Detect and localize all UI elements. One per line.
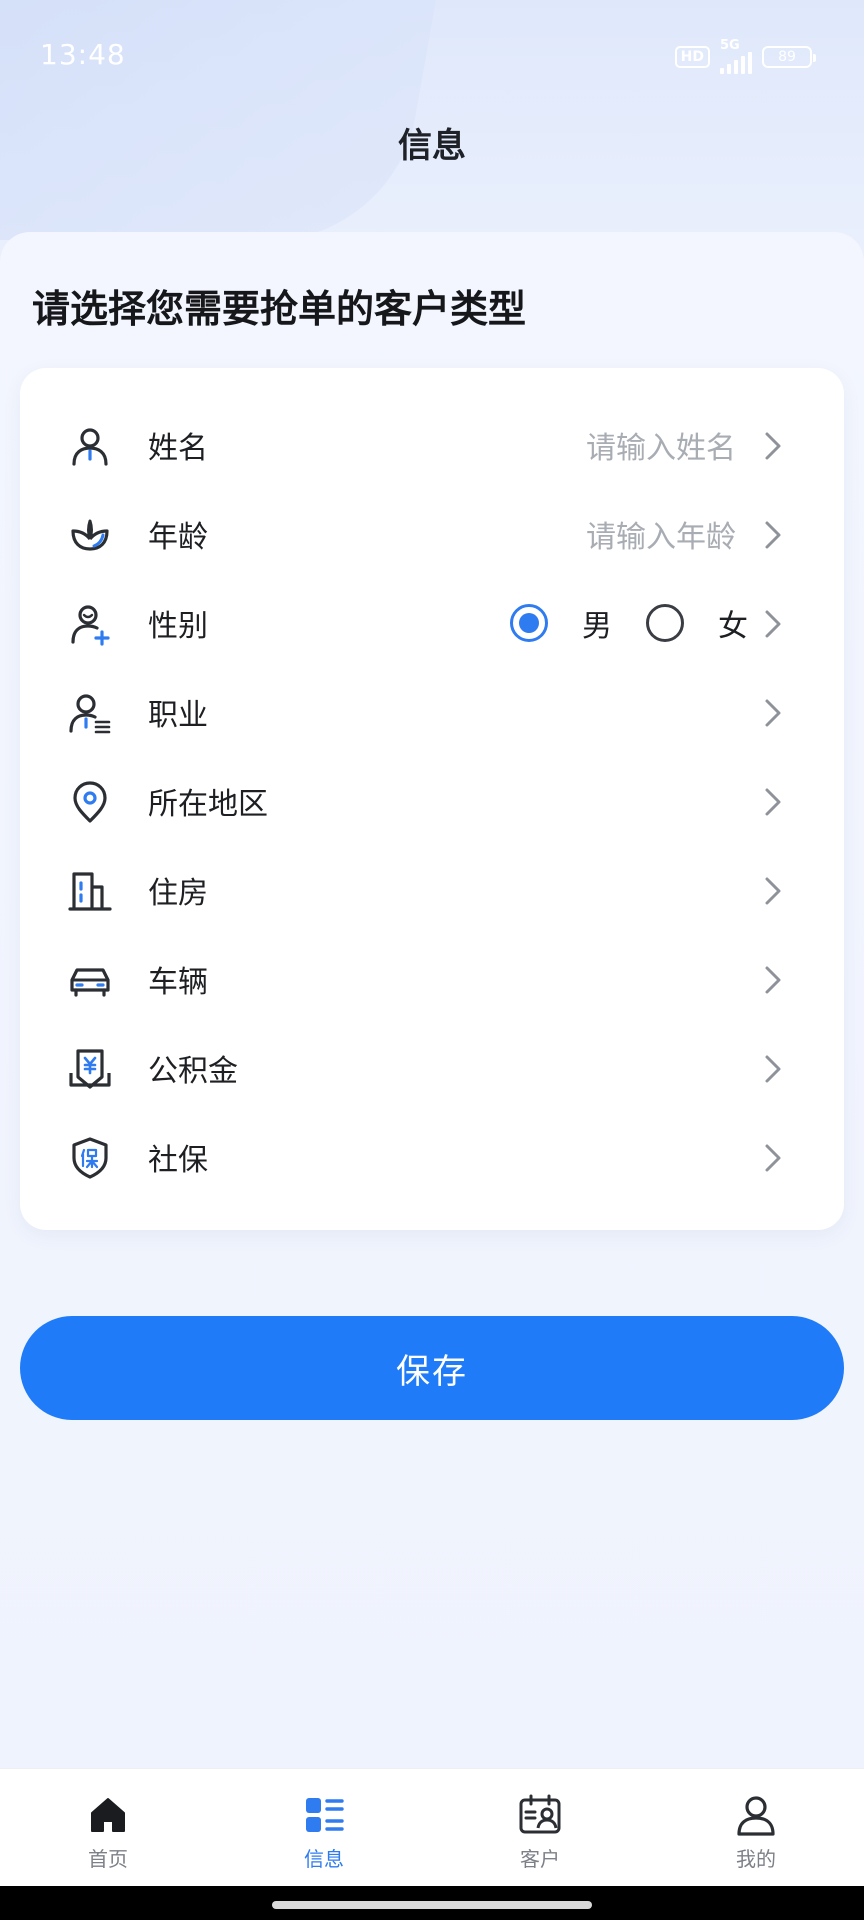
name-input[interactable]: 请输入姓名 bbox=[586, 423, 736, 467]
form-row-housing[interactable]: 住房 bbox=[20, 845, 844, 934]
person-icon bbox=[72, 428, 108, 466]
customer-form-card: 姓名 请输入姓名 年龄 请输入年龄 性别 男 女 职业 所在地区 住房 车辆 公… bbox=[20, 368, 844, 1230]
tab-label: 信息 bbox=[304, 1847, 344, 1871]
form-row-housing-fund[interactable]: 公积金 bbox=[20, 1023, 844, 1112]
tab-mine[interactable]: 我的 bbox=[648, 1769, 864, 1886]
tab-home[interactable]: 首页 bbox=[0, 1769, 216, 1886]
shield-icon bbox=[72, 1137, 108, 1179]
screen: 13:48 HD 5G 89 信息 请选择您需要抢单的客户类型 姓名 请输入姓名… bbox=[0, 0, 864, 1920]
hd-icon: HD bbox=[674, 46, 710, 68]
home-icon bbox=[91, 1798, 125, 1832]
gender-female-radio[interactable] bbox=[646, 603, 684, 642]
customer-card-icon bbox=[519, 1794, 561, 1834]
form-label: 所在地区 bbox=[148, 786, 268, 822]
form-label: 公积金 bbox=[148, 1053, 238, 1089]
form-row-name[interactable]: 姓名 请输入姓名 bbox=[20, 400, 844, 489]
section-heading: 请选择您需要抢单的客户类型 bbox=[32, 287, 527, 331]
status-icons: HD 5G 89 bbox=[674, 38, 816, 74]
person-plus-icon bbox=[71, 605, 110, 646]
list-icon bbox=[306, 1798, 344, 1832]
signal-icon: 5G bbox=[720, 38, 752, 74]
save-button[interactable]: 保存 bbox=[20, 1316, 844, 1420]
form-row-occupation[interactable]: 职业 bbox=[20, 667, 844, 756]
chevron-right-icon bbox=[765, 788, 781, 816]
chevron-right-icon bbox=[765, 1144, 781, 1172]
chevron-right-icon bbox=[765, 966, 781, 994]
leaf-icon bbox=[71, 519, 109, 551]
fund-card-icon bbox=[69, 1049, 111, 1089]
tab-customer[interactable]: 客户 bbox=[432, 1769, 648, 1886]
form-label: 姓名 bbox=[148, 430, 208, 466]
user-icon bbox=[737, 1796, 775, 1836]
tab-label: 首页 bbox=[88, 1847, 128, 1871]
chevron-right-icon bbox=[765, 610, 781, 638]
battery-level: 89 bbox=[778, 49, 796, 65]
gender-female-label[interactable]: 女 bbox=[718, 601, 748, 645]
tab-label: 我的 bbox=[736, 1847, 776, 1871]
home-indicator[interactable] bbox=[272, 1901, 592, 1909]
chevron-right-icon bbox=[765, 1055, 781, 1083]
gender-radio-group: 男 女 bbox=[510, 601, 760, 645]
gender-male-label[interactable]: 男 bbox=[582, 601, 612, 645]
form-label: 性别 bbox=[148, 608, 208, 644]
network-type: 5G bbox=[720, 38, 740, 53]
form-row-region[interactable]: 所在地区 bbox=[20, 756, 844, 845]
chevron-right-icon bbox=[765, 877, 781, 905]
page-title: 信息 bbox=[398, 126, 466, 166]
bottom-tab-bar: 首页 信息 客户 我的 bbox=[0, 1768, 864, 1886]
battery-icon: 89 bbox=[762, 46, 816, 68]
building-icon bbox=[68, 872, 112, 911]
form-row-social-insurance[interactable]: 社保 bbox=[20, 1112, 844, 1201]
status-time: 13:48 bbox=[40, 38, 126, 71]
gender-male-radio[interactable] bbox=[510, 603, 548, 642]
form-label: 年龄 bbox=[148, 519, 208, 555]
form-label: 住房 bbox=[148, 875, 208, 911]
form-label: 车辆 bbox=[148, 964, 208, 1000]
chevron-right-icon bbox=[765, 432, 781, 460]
age-input[interactable]: 请输入年龄 bbox=[586, 512, 736, 556]
form-label: 社保 bbox=[148, 1142, 208, 1178]
location-pin-icon bbox=[73, 781, 107, 823]
chevron-right-icon bbox=[765, 521, 781, 549]
form-row-gender: 性别 男 女 bbox=[20, 578, 844, 667]
status-bar: 13:48 HD 5G 89 bbox=[0, 0, 864, 112]
form-row-vehicle[interactable]: 车辆 bbox=[20, 934, 844, 1023]
chevron-right-icon bbox=[765, 699, 781, 727]
car-icon bbox=[70, 968, 110, 997]
tab-info[interactable]: 信息 bbox=[216, 1769, 432, 1886]
tab-label: 客户 bbox=[520, 1847, 560, 1871]
form-row-age[interactable]: 年龄 请输入年龄 bbox=[20, 489, 844, 578]
person-id-icon bbox=[69, 694, 111, 734]
form-label: 职业 bbox=[148, 697, 208, 733]
